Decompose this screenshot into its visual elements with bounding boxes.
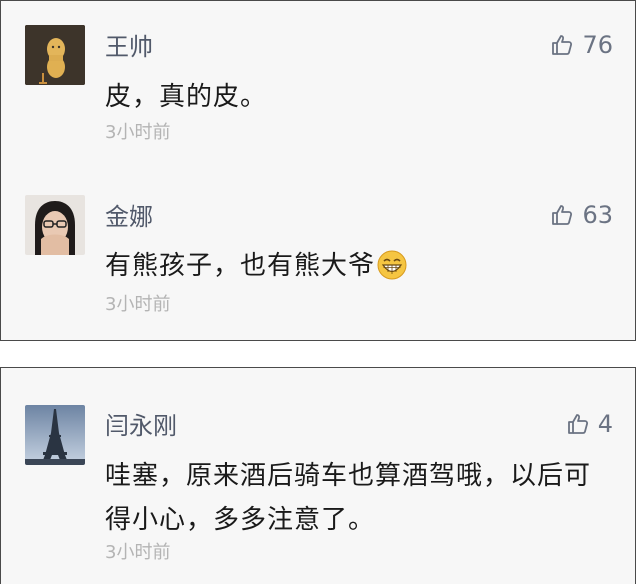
like-button[interactable]: 4 (566, 410, 613, 438)
like-count: 63 (582, 201, 613, 229)
comment-author[interactable]: 闫永刚 (105, 412, 177, 440)
comment-timestamp: 3小时前 (105, 122, 171, 143)
like-button[interactable]: 76 (550, 31, 613, 59)
eiffel-tower-avatar-icon[interactable] (25, 405, 85, 465)
grinning-face-emoji-icon (377, 250, 407, 292)
comment-text: 哇塞，原来酒后骑车也算酒驾哦，以后可得小心，多多注意了。 (105, 461, 592, 535)
girl-glasses-avatar-icon[interactable] (25, 195, 85, 255)
comments-panel-top: 王帅 76 皮，真的皮。 3小时前 金娜 63 有熊孩子，也有熊大爷 3小时前 (0, 0, 636, 341)
like-count: 4 (597, 410, 613, 438)
comment-timestamp: 3小时前 (105, 294, 171, 315)
thumbs-up-icon (566, 412, 590, 436)
comment-author[interactable]: 金娜 (105, 203, 153, 231)
comments-panel-bottom: 闫永刚 4 哇塞，原来酒后骑车也算酒驾哦，以后可得小心，多多注意了。 3小时前 (0, 367, 636, 584)
comment-text-row: 有熊孩子，也有熊大爷 (105, 246, 605, 292)
peanut-avatar-icon[interactable] (25, 25, 85, 85)
like-count: 76 (582, 31, 613, 59)
like-button[interactable]: 63 (550, 201, 613, 229)
thumbs-up-icon (550, 203, 574, 227)
comment-text: 皮，真的皮。 (105, 82, 268, 112)
thumbs-up-icon (550, 33, 574, 57)
comment-text: 有熊孩子，也有熊大爷 (105, 251, 376, 281)
comment-author[interactable]: 王帅 (105, 33, 153, 61)
comment-timestamp: 3小时前 (105, 542, 171, 563)
